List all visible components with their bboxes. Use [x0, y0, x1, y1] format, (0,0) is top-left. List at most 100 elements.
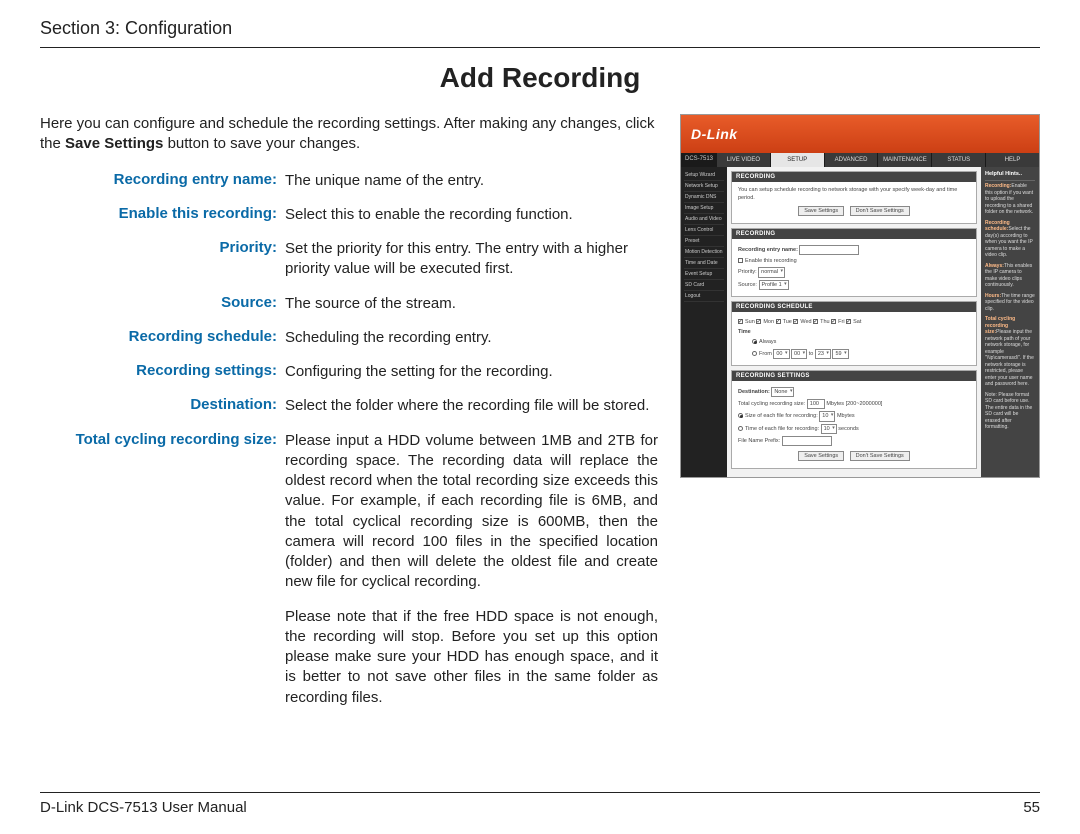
- tab-maintenance[interactable]: MAINTENANCE: [878, 153, 931, 167]
- tcrs-p2: Please note that if the free HDD space i…: [285, 607, 658, 708]
- help-term: Hours:: [985, 293, 1001, 299]
- always-radio[interactable]: [752, 339, 757, 344]
- screenshot-center: RECORDING You can setup schedule recordi…: [727, 167, 981, 477]
- panel-text: You can setup schedule recording to netw…: [738, 186, 970, 203]
- from-hour-select[interactable]: 00: [773, 349, 789, 359]
- day-label: Tue: [783, 319, 792, 325]
- enable-recording-label: Enable this recording: [745, 258, 797, 264]
- help-term: Always:: [985, 263, 1004, 269]
- def-row: Total cycling recording size: Please inp…: [40, 431, 658, 708]
- tcrs-label: Total cycling recording size:: [738, 401, 805, 407]
- sidebar-item[interactable]: Lens Control: [684, 225, 724, 236]
- day-sat-checkbox[interactable]: [846, 319, 851, 324]
- help-heading: Helpful Hints..: [985, 171, 1035, 181]
- desc: Set the priority for this entry. The ent…: [285, 239, 658, 280]
- panel-heading: RECORDING: [732, 172, 976, 182]
- tab-status[interactable]: STATUS: [932, 153, 985, 167]
- day-thu-checkbox[interactable]: [813, 319, 818, 324]
- desc: The unique name of the entry.: [285, 171, 658, 191]
- help-term: Recording:: [985, 183, 1011, 189]
- to-min-select[interactable]: 59: [832, 349, 848, 359]
- from-radio[interactable]: [752, 351, 757, 356]
- size-radio[interactable]: [738, 413, 743, 418]
- screenshot-column: D-Link DCS-7513 LIVE VIDEO SETUP ADVANCE…: [680, 114, 1040, 714]
- desc: The source of the stream.: [285, 294, 658, 314]
- day-label: Fri: [838, 319, 844, 325]
- day-mon-checkbox[interactable]: [756, 319, 761, 324]
- sidebar-item[interactable]: Dynamic DNS: [684, 192, 724, 203]
- dont-save-settings-button[interactable]: Don't Save Settings: [850, 206, 910, 216]
- sidebar-item[interactable]: Time and Date: [684, 258, 724, 269]
- desc: Please input a HDD volume between 1MB an…: [285, 431, 658, 708]
- definitions-list: Recording entry name:The unique name of …: [40, 171, 658, 708]
- page-footer: D-Link DCS-7513 User Manual 55: [40, 792, 1040, 816]
- panel-recording-entry: RECORDING Recording entry name: Enable t…: [731, 228, 977, 297]
- size-label: Size of each file for recording:: [745, 413, 818, 419]
- screenshot-sidebar: Setup Wizard Network Setup Dynamic DNS I…: [681, 167, 727, 477]
- destination-select[interactable]: None: [771, 387, 794, 397]
- panel-recording-settings: RECORDING SETTINGS Destination: None Tot…: [731, 370, 977, 470]
- sidebar-item[interactable]: Event Setup: [684, 269, 724, 280]
- time-radio[interactable]: [738, 426, 743, 431]
- save-settings-button[interactable]: Save Settings: [798, 451, 844, 461]
- enable-recording-checkbox[interactable]: [738, 258, 743, 263]
- prefix-label: File Name Prefix:: [738, 438, 780, 444]
- day-label: Sun: [745, 319, 755, 325]
- sidebar-item[interactable]: Audio and Video: [684, 214, 724, 225]
- panel-recording-top: RECORDING You can setup schedule recordi…: [731, 171, 977, 224]
- source-label: Source:: [738, 282, 757, 288]
- desc: Select this to enable the recording func…: [285, 205, 658, 225]
- day-wed-checkbox[interactable]: [793, 319, 798, 324]
- sidebar-item[interactable]: Preset: [684, 236, 724, 247]
- entry-name-label: Recording entry name:: [738, 247, 798, 253]
- priority-label: Priority:: [738, 269, 757, 275]
- def-row: Priority:Set the priority for this entry…: [40, 239, 658, 280]
- desc: Select the folder where the recording fi…: [285, 396, 658, 416]
- term: Total cycling recording size:: [40, 431, 285, 708]
- panel-heading: RECORDING SETTINGS: [732, 371, 976, 381]
- footer-left: D-Link DCS-7513 User Manual: [40, 799, 247, 816]
- tab-help[interactable]: HELP: [986, 153, 1039, 167]
- panel-recording-schedule: RECORDING SCHEDULE Sun Mon Tue Wed Thu F…: [731, 301, 977, 366]
- day-fri-checkbox[interactable]: [831, 319, 836, 324]
- to-label: to: [809, 351, 814, 357]
- tcrs-input[interactable]: 100: [807, 399, 825, 409]
- def-row: Recording entry name:The unique name of …: [40, 171, 658, 191]
- day-label: Thu: [820, 319, 829, 325]
- tcrs-unit: Mbytes [200~2000000]: [826, 401, 882, 407]
- sidebar-item[interactable]: Network Setup: [684, 181, 724, 192]
- sidebar-item[interactable]: Logout: [684, 291, 724, 302]
- screenshot-header: D-Link: [681, 115, 1039, 153]
- save-settings-button[interactable]: Save Settings: [798, 206, 844, 216]
- to-hour-select[interactable]: 23: [815, 349, 831, 359]
- priority-select[interactable]: normal: [758, 267, 785, 277]
- sidebar-item[interactable]: Setup Wizard: [684, 170, 724, 181]
- from-label: From: [759, 351, 772, 357]
- sidebar-item[interactable]: Image Setup: [684, 203, 724, 214]
- sidebar-item[interactable]: Motion Detection: [684, 247, 724, 258]
- dont-save-settings-button[interactable]: Don't Save Settings: [850, 451, 910, 461]
- day-sun-checkbox[interactable]: [738, 319, 743, 324]
- from-min-select[interactable]: 00: [791, 349, 807, 359]
- screenshot-help: Helpful Hints.. Recording:Enable this op…: [981, 167, 1039, 477]
- timefile-select[interactable]: 10: [821, 424, 837, 434]
- time-label: Time: [738, 329, 751, 335]
- sidebar-item[interactable]: SD Card: [684, 280, 724, 291]
- help-text: Note: Please format SD card before use. …: [985, 392, 1035, 431]
- tab-setup[interactable]: SETUP: [771, 153, 824, 167]
- day-tue-checkbox[interactable]: [776, 319, 781, 324]
- help-term: Recording schedule:: [985, 220, 1010, 233]
- tab-advanced[interactable]: ADVANCED: [825, 153, 878, 167]
- always-label: Always: [759, 339, 776, 345]
- prefix-input[interactable]: [782, 436, 832, 446]
- day-label: Mon: [763, 319, 774, 325]
- source-select[interactable]: Profile 1: [759, 280, 789, 290]
- tab-live-video[interactable]: LIVE VIDEO: [717, 153, 770, 167]
- def-row: Source:The source of the stream.: [40, 294, 658, 314]
- screenshot-tabs: DCS-7513 LIVE VIDEO SETUP ADVANCED MAINT…: [681, 153, 1039, 167]
- footer-page: 55: [1023, 799, 1040, 816]
- size-select[interactable]: 10: [819, 411, 835, 421]
- entry-name-input[interactable]: [799, 245, 859, 255]
- section-header: Section 3: Configuration: [40, 18, 1040, 48]
- def-row: Recording schedule:Scheduling the record…: [40, 328, 658, 348]
